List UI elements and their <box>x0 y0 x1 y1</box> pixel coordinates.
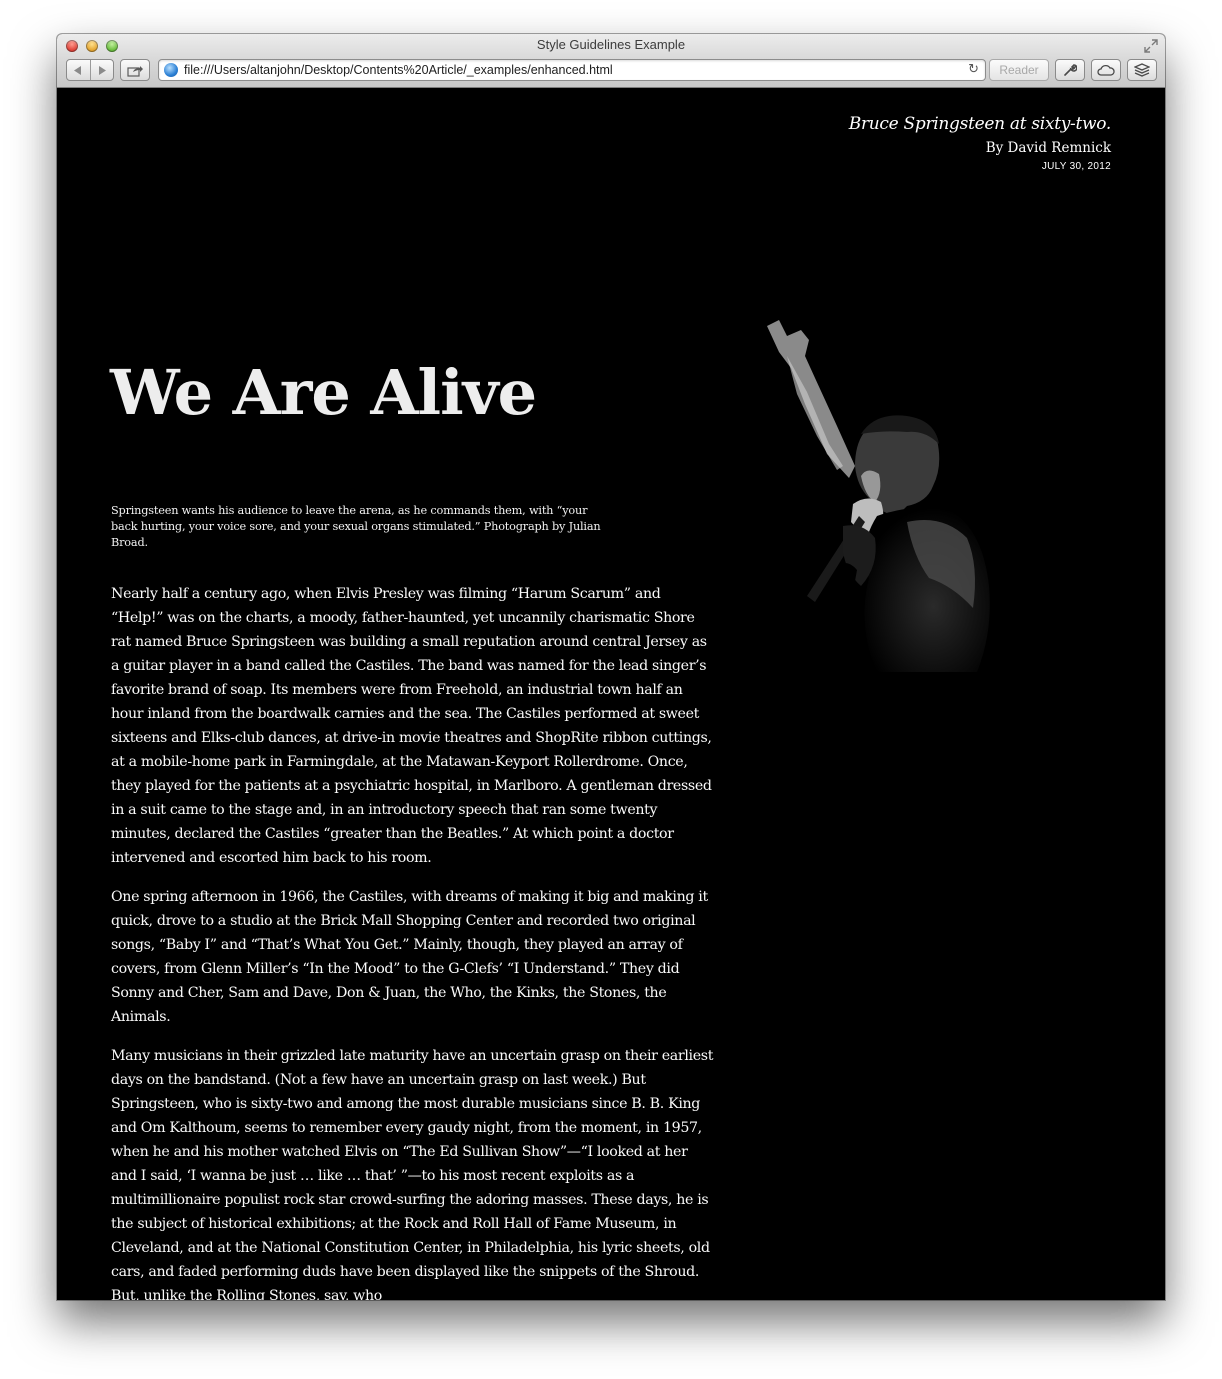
icloud-tabs-button[interactable] <box>1091 59 1121 81</box>
preferences-button[interactable] <box>1055 59 1085 81</box>
wrench-icon <box>1064 64 1077 76</box>
back-arrow-icon <box>74 65 82 75</box>
article-headline: We Are Alive <box>110 356 537 429</box>
back-button[interactable] <box>67 60 90 80</box>
forward-arrow-icon <box>98 65 106 75</box>
body-paragraph-1: Nearly half a century ago, when Elvis Pr… <box>111 586 712 866</box>
article-meta: Bruce Springsteen at sixty-two. By David… <box>848 114 1112 172</box>
page-content: Bruce Springsteen at sixty-two. By David… <box>57 88 1165 1300</box>
url-text[interactable]: file:///Users/altanjohn/Desktop/Contents… <box>184 63 613 77</box>
cloud-icon <box>1097 64 1115 76</box>
globe-icon <box>164 63 178 77</box>
photo-caption: Springsteen wants his audience to leave … <box>111 504 601 549</box>
reader-button[interactable]: Reader <box>989 59 1049 81</box>
reload-icon[interactable]: ↻ <box>968 62 979 77</box>
body-paragraph-2: One spring afternoon in 1966, the Castil… <box>111 889 708 1025</box>
address-bar[interactable]: file:///Users/altanjohn/Desktop/Contents… <box>158 59 986 81</box>
body-paragraph-3: Many musicians in their grizzled late ma… <box>111 1048 714 1300</box>
browser-window: Style Guidelines Example file:///Users/a… <box>57 34 1165 1300</box>
share-button[interactable] <box>120 59 150 81</box>
layers-icon <box>1134 63 1150 77</box>
window-title: Style Guidelines Example <box>536 37 686 52</box>
article-date: JULY 30, 2012 <box>1041 161 1111 172</box>
article-byline[interactable]: By David Remnick <box>849 140 1111 156</box>
share-icon <box>127 65 143 77</box>
article-dek: Bruce Springsteen at sixty-two. <box>848 114 1112 134</box>
reading-list-button[interactable] <box>1127 59 1157 81</box>
fullscreen-icon[interactable] <box>1144 38 1158 53</box>
springsteen-photo <box>757 316 1017 676</box>
forward-button[interactable] <box>89 60 114 80</box>
toolbar: Style Guidelines Example file:///Users/a… <box>57 34 1165 88</box>
history-nav <box>66 59 114 81</box>
article-body: Nearly half a century ago, when Elvis Pr… <box>111 582 715 1300</box>
